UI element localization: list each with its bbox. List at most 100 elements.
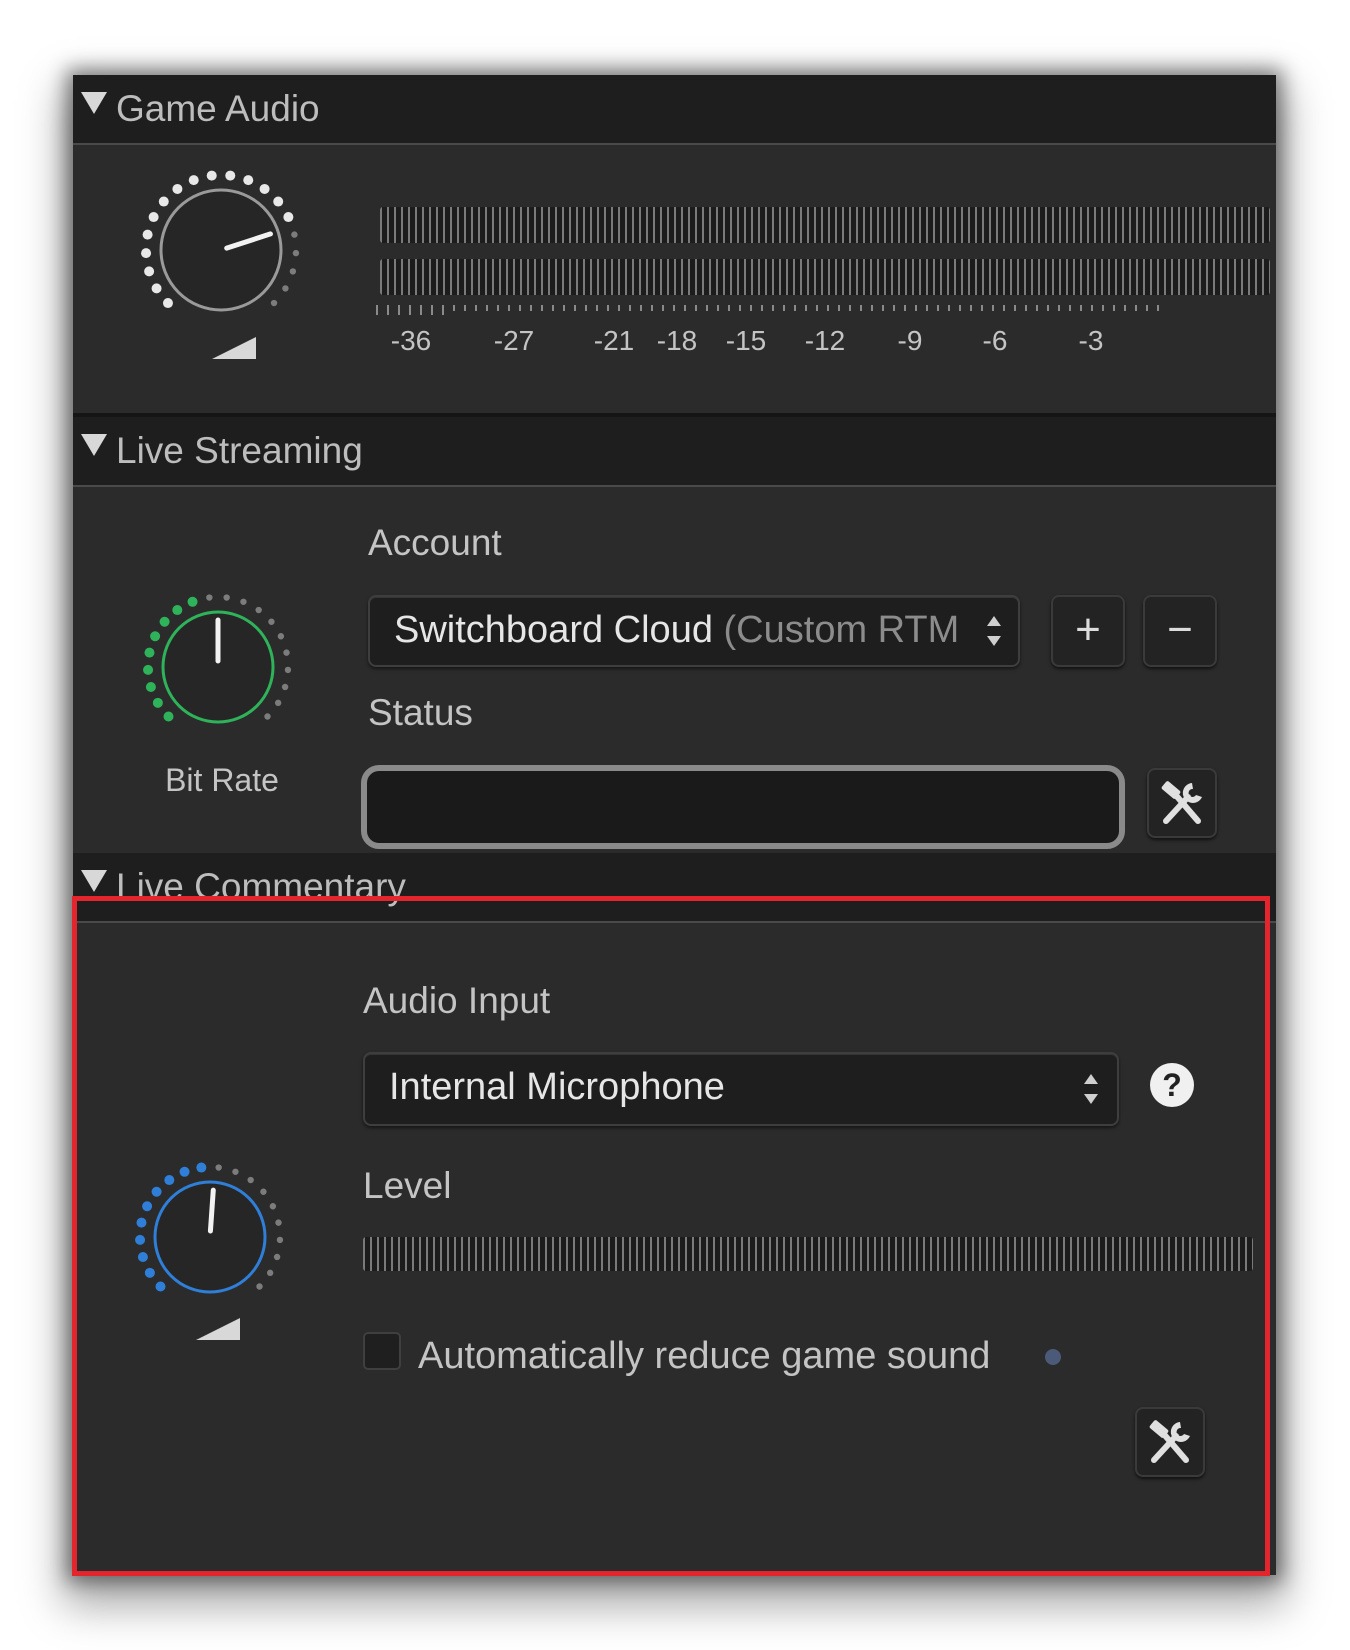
- meter-scale-tick: [420, 305, 422, 315]
- live-streaming-header[interactable]: Live Streaming: [73, 417, 1276, 487]
- meter-scale-label: -9: [897, 325, 923, 356]
- meter-scale-label: -15: [725, 325, 767, 356]
- audio-input-label: Audio Input: [363, 980, 551, 1021]
- commentary-settings-button[interactable]: [1135, 1407, 1205, 1477]
- account-label: Account: [368, 522, 502, 563]
- meter-scale-tick: [717, 305, 719, 311]
- live-commentary-title: Live Commentary: [116, 866, 406, 907]
- meter-scale-tick: [508, 305, 510, 311]
- meter-scale-tick: [607, 305, 609, 311]
- meter-scale-tick: [805, 305, 807, 311]
- auto-reduce-label[interactable]: Automatically reduce game sound: [418, 1335, 990, 1378]
- meter-scale-tick: [497, 305, 499, 311]
- meter-scale-tick: [1080, 305, 1082, 311]
- meter-scale-tick: [1135, 305, 1137, 311]
- meter-scale-tick: [629, 305, 631, 311]
- live-commentary-header[interactable]: Live Commentary: [73, 853, 1276, 923]
- meter-scale-label: -12: [804, 325, 846, 356]
- meter-scale-tick: [387, 305, 389, 315]
- meter-scale-tick: [475, 305, 477, 311]
- meter-scale-tick: [1003, 305, 1005, 311]
- hammer-wrench-icon: [1149, 1420, 1190, 1463]
- game-audio-meter-scale: -36 -27 -21 -18 -15 -12 -9 -6 -3: [73, 305, 1276, 365]
- up-down-arrows-icon: [1081, 1072, 1101, 1106]
- disclosure-triangle-icon[interactable]: [81, 870, 107, 892]
- meter-scale-tick: [1124, 305, 1126, 311]
- streaming-settings-button[interactable]: [1147, 768, 1217, 838]
- meter-scale-tick: [860, 305, 862, 311]
- meter-scale-tick: [1102, 305, 1104, 311]
- meter-scale-tick: [783, 305, 785, 311]
- meter-scale-tick: [376, 305, 378, 315]
- meter-scale-tick: [1025, 305, 1027, 311]
- meter-scale-tick: [1113, 305, 1115, 311]
- meter-scale-tick: [1146, 305, 1148, 311]
- disclosure-triangle-icon[interactable]: [81, 92, 107, 114]
- meter-scale-tick: [486, 305, 488, 311]
- add-account-button[interactable]: +: [1051, 595, 1125, 667]
- meter-scale-tick: [893, 305, 895, 311]
- meter-scale-tick: [398, 305, 400, 315]
- meter-scale-tick: [431, 305, 433, 315]
- auto-reduce-checkbox[interactable]: [363, 1332, 401, 1370]
- meter-scale-tick: [453, 305, 455, 311]
- game-audio-header[interactable]: Game Audio: [73, 75, 1276, 145]
- meter-scale-tick: [695, 305, 697, 311]
- meter-scale-tick: [871, 305, 873, 311]
- volume-knob-icon[interactable]: [130, 1157, 290, 1317]
- disclosure-triangle-icon[interactable]: [81, 434, 107, 456]
- meter-scale-tick: [1047, 305, 1049, 311]
- meter-scale-tick: [915, 305, 917, 311]
- meter-scale-tick: [662, 305, 664, 311]
- meter-scale-tick: [937, 305, 939, 311]
- meter-scale-tick: [640, 305, 642, 311]
- meter-scale-tick: [684, 305, 686, 311]
- account-value: Switchboard Cloud: [394, 609, 713, 651]
- meter-scale-tick: [739, 305, 741, 311]
- meter-scale-tick: [882, 305, 884, 311]
- meter-scale-tick: [827, 305, 829, 311]
- meter-scale-tick: [838, 305, 840, 311]
- meter-scale-tick: [1014, 305, 1016, 311]
- meter-scale-tick: [706, 305, 708, 311]
- remove-account-button[interactable]: −: [1143, 595, 1217, 667]
- help-button[interactable]: ?: [1150, 1063, 1194, 1107]
- meter-scale-label: -6: [982, 325, 1008, 356]
- status-label: Status: [368, 692, 473, 733]
- meter-scale-tick: [948, 305, 950, 311]
- volume-ramp-icon: [196, 1318, 240, 1340]
- meter-scale-tick: [959, 305, 961, 311]
- meter-scale-tick: [761, 305, 763, 311]
- meter-scale-tick: [1036, 305, 1038, 311]
- meter-scale-tick: [1058, 305, 1060, 311]
- audio-panel: Game Audio -36 -27 -21 -18 -15 -12 -9 -6 -3 Live…: [73, 75, 1276, 1575]
- meter-scale-tick: [849, 305, 851, 311]
- audio-input-select[interactable]: Internal Microphone: [363, 1052, 1119, 1126]
- game-audio-meter-left: [380, 207, 1270, 243]
- meter-scale-tick: [1069, 305, 1071, 311]
- audio-input-value: Internal Microphone: [389, 1066, 725, 1108]
- bitrate-knob-icon[interactable]: [138, 587, 298, 747]
- meter-scale-tick: [816, 305, 818, 311]
- meter-scale-tick: [585, 305, 587, 311]
- hammer-wrench-icon: [1161, 781, 1202, 824]
- meter-scale-tick: [618, 305, 620, 311]
- meter-scale-tick: [673, 305, 675, 311]
- commentary-level-meter: [363, 1237, 1253, 1271]
- meter-scale-tick: [926, 305, 928, 311]
- meter-scale-label: -27: [493, 325, 535, 356]
- meter-scale-tick: [464, 305, 466, 311]
- live-streaming-title: Live Streaming: [116, 430, 363, 471]
- meter-scale-tick: [563, 305, 565, 311]
- game-audio-title: Game Audio: [116, 88, 320, 129]
- meter-scale-tick: [992, 305, 994, 311]
- meter-scale-tick: [574, 305, 576, 311]
- account-select[interactable]: Switchboard Cloud (Custom RTM: [368, 595, 1020, 667]
- up-down-arrows-icon: [984, 614, 1004, 648]
- meter-scale-label: -3: [1078, 325, 1104, 356]
- activity-indicator: [1045, 1349, 1061, 1365]
- meter-scale-label: -21: [593, 325, 635, 356]
- meter-scale-tick: [651, 305, 653, 311]
- meter-scale-tick: [541, 305, 543, 311]
- meter-scale-tick: [970, 305, 972, 311]
